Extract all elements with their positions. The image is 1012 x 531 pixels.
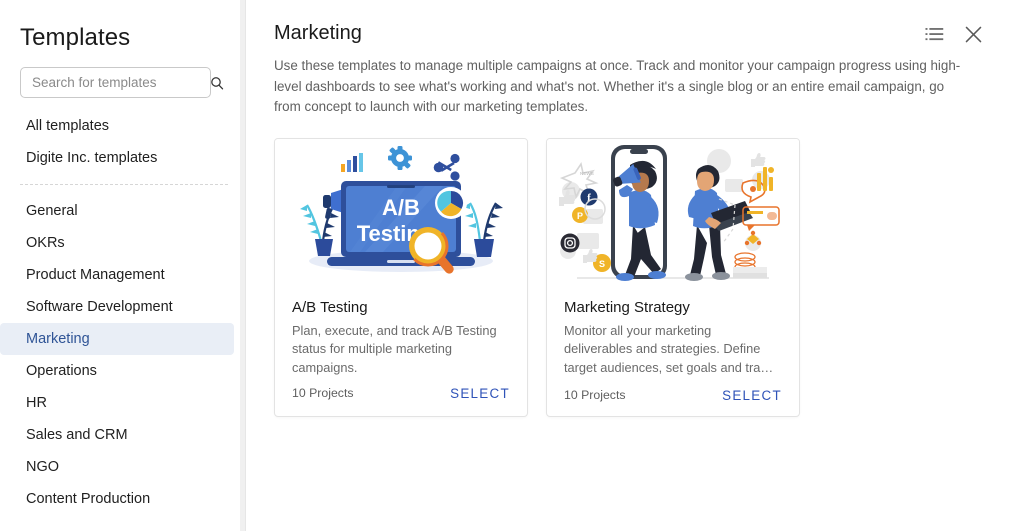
sidebar: Templates All templates Digite Inc. temp… <box>0 0 246 531</box>
svg-text:A/B: A/B <box>382 195 420 220</box>
sidebar-title: Templates <box>20 24 131 51</box>
list-view-icon[interactable] <box>923 23 945 45</box>
sidebar-item-label: Digite Inc. templates <box>26 150 158 166</box>
main-header: Marketing <box>274 20 984 46</box>
close-icon[interactable] <box>962 23 984 45</box>
search-input[interactable] <box>32 75 209 90</box>
sidebar-item-sales-and-crm[interactable]: Sales and CRM <box>0 419 234 451</box>
sidebar-item-okrs[interactable]: OKRs <box>0 227 234 259</box>
sidebar-item-hr[interactable]: HR <box>0 387 234 419</box>
sidebar-scrollbar[interactable] <box>240 0 245 531</box>
sidebar-item-label: Operations <box>26 363 97 379</box>
templates-dialog: Templates All templates Digite Inc. temp… <box>0 0 1012 531</box>
template-card-grid: A/B Testing A/B Testing Plan, execute, a… <box>274 137 984 417</box>
card-footer: 10 Projects SELECT <box>275 378 527 414</box>
sidebar-item-label: Marketing <box>26 331 90 347</box>
card-body: Marketing Strategy Monitor all your mark… <box>547 291 799 378</box>
main-content: Marketing Use these templates to manage … <box>246 0 1012 531</box>
sidebar-item-label: OKRs <box>26 235 65 251</box>
ab-testing-illustration: A/B Testing <box>275 138 527 291</box>
card-footer: 10 Projects SELECT <box>547 378 799 416</box>
sidebar-item-all-templates[interactable]: All templates <box>0 110 234 142</box>
sidebar-item-label: Software Development <box>26 299 173 315</box>
sidebar-item-label: NGO <box>26 459 60 475</box>
sidebar-item-product-management[interactable]: Product Management <box>0 259 234 291</box>
marketing-strategy-illustration: NEWS f P S <box>547 138 799 291</box>
sidebar-item-digite-templates[interactable]: Digite Inc. templates <box>0 142 234 174</box>
select-button[interactable]: SELECT <box>722 388 782 403</box>
sidebar-item-label: Product Management <box>26 267 165 283</box>
sidebar-item-content-production[interactable]: Content Production <box>0 483 234 515</box>
sidebar-item-ngo[interactable]: NGO <box>0 451 234 483</box>
card-body: A/B Testing Plan, execute, and track A/B… <box>275 291 527 378</box>
card-title: A/B Testing <box>292 298 368 316</box>
card-description: Plan, execute, and track A/B Testing sta… <box>292 322 497 375</box>
sidebar-item-label: General <box>26 203 78 219</box>
select-button[interactable]: SELECT <box>450 386 510 401</box>
svg-text:P: P <box>577 211 583 221</box>
search-box[interactable] <box>20 67 224 98</box>
header-actions <box>923 20 984 45</box>
page-description: Use these templates to manage multiple c… <box>274 58 961 114</box>
page-title: Marketing <box>274 22 362 44</box>
sidebar-item-label: Sales and CRM <box>26 427 128 443</box>
card-title: Marketing Strategy <box>564 298 690 316</box>
search-icon[interactable] <box>209 72 225 94</box>
sidebar-item-label: All templates <box>26 118 110 134</box>
sidebar-category-nav: General OKRs Product Management Software… <box>0 195 245 515</box>
svg-text:NEWS: NEWS <box>580 171 594 176</box>
svg-text:S: S <box>599 259 605 269</box>
sidebar-top-nav: All templates Digite Inc. templates <box>0 110 245 174</box>
template-card[interactable]: A/B Testing A/B Testing Plan, execute, a… <box>274 137 528 417</box>
sidebar-item-label: Content Production <box>26 491 151 507</box>
template-card[interactable]: NEWS f P S Marketing Strategy Monitor al… <box>546 137 800 417</box>
sidebar-divider <box>20 184 228 186</box>
sidebar-item-software-development[interactable]: Software Development <box>0 291 234 323</box>
card-description: Monitor all your marketing deliverables … <box>564 322 774 375</box>
sidebar-item-marketing[interactable]: Marketing <box>0 323 234 355</box>
card-project-count: 10 Projects <box>292 386 354 400</box>
sidebar-item-operations[interactable]: Operations <box>0 355 234 387</box>
sidebar-item-label: HR <box>26 395 47 411</box>
card-project-count: 10 Projects <box>564 388 626 402</box>
sidebar-item-general[interactable]: General <box>0 195 234 227</box>
